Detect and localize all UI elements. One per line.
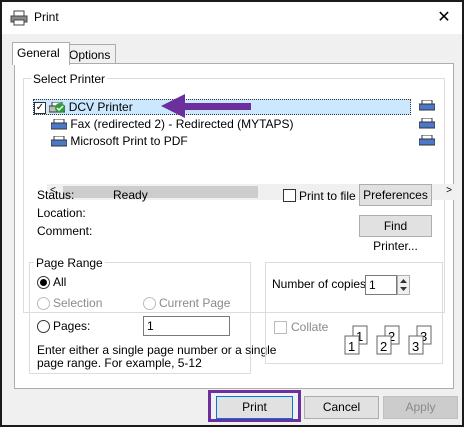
pages-radio-label: Pages: — [53, 319, 91, 333]
copies-input[interactable] — [365, 275, 397, 295]
stepper-arrows-icon — [400, 279, 407, 291]
printer-list[interactable]: ✓ DCV Printer Fax (redirected 2) - Redir… — [31, 91, 455, 200]
scrollbar-thumb[interactable] — [63, 186, 258, 198]
close-icon[interactable]: ✕ — [432, 6, 456, 30]
status-value: Ready — [113, 188, 148, 202]
pages-input[interactable] — [143, 316, 230, 336]
page-range-label: Page Range — [34, 256, 105, 270]
checkbox-icon: ✓ — [34, 101, 46, 114]
current-page-radio[interactable] — [143, 297, 156, 310]
scroll-right-icon[interactable]: > — [446, 185, 452, 196]
printer-item-pdf[interactable]: Microsoft Print to PDF — [51, 134, 188, 148]
tab-options-label: Options — [69, 48, 111, 62]
printer-name: Microsoft Print to PDF — [70, 134, 188, 148]
find-printer-button[interactable]: Find Printer... — [359, 215, 432, 253]
print-button[interactable]: Print — [216, 396, 293, 419]
printer-icon — [419, 100, 435, 111]
collate-label: Collate — [291, 320, 329, 334]
comment-label: Comment: — [37, 224, 93, 238]
printer-icon — [51, 136, 67, 147]
print-dialog: Print ✕ General Options Select Printer ✓… — [0, 0, 464, 427]
apply-button[interactable]: Apply — [383, 396, 458, 419]
collate-checkbox[interactable] — [274, 321, 287, 334]
selection-radio[interactable] — [37, 297, 50, 310]
page-range-help-line1: Enter either a single page number or a s… — [37, 343, 277, 357]
tab-options[interactable]: Options — [64, 44, 116, 64]
printer-icon — [419, 118, 435, 129]
collate-pages-icon: 1 1 2 2 3 3 — [344, 325, 432, 355]
printer-name: Fax (redirected 2) - Redirected (MYTAPS) — [70, 117, 294, 131]
print-to-file-label: Print to file — [299, 189, 356, 203]
annotation-arrow-icon — [161, 94, 251, 118]
general-panel: Select Printer ✓ DCV Printer Fax (redire… — [14, 63, 455, 389]
pages-radio[interactable] — [37, 320, 50, 333]
all-radio-label: All — [53, 275, 67, 289]
svg-text:3: 3 — [412, 339, 419, 354]
printer-icon — [10, 10, 28, 26]
printer-icon — [419, 135, 435, 146]
select-printer-label: Select Printer — [31, 72, 108, 86]
all-radio[interactable] — [37, 276, 50, 289]
default-check-icon — [55, 103, 65, 113]
status-label: Status: — [37, 188, 75, 202]
print-to-file-checkbox[interactable] — [283, 189, 296, 202]
printer-item-fax[interactable]: Fax (redirected 2) - Redirected (MYTAPS) — [51, 117, 294, 131]
cancel-button[interactable]: Cancel — [304, 396, 379, 419]
preferences-button[interactable]: Preferences — [359, 184, 432, 206]
svg-text:2: 2 — [380, 339, 387, 354]
page-range-help-line2: page range. For example, 5-12 — [37, 356, 202, 370]
location-label: Location: — [37, 206, 86, 220]
current-page-radio-label: Current Page — [159, 296, 231, 310]
copies-stepper[interactable] — [397, 275, 410, 295]
printer-name: DCV Printer — [68, 100, 133, 114]
selection-radio-label: Selection — [53, 296, 103, 310]
title-bar: Print ✕ — [2, 2, 462, 34]
window-title: Print — [34, 10, 59, 24]
number-of-copies-label: Number of copies: — [272, 277, 370, 291]
printer-icon — [51, 119, 67, 130]
tab-general-label: General — [17, 46, 60, 60]
tab-general[interactable]: General — [12, 42, 70, 65]
svg-text:1: 1 — [348, 339, 355, 354]
